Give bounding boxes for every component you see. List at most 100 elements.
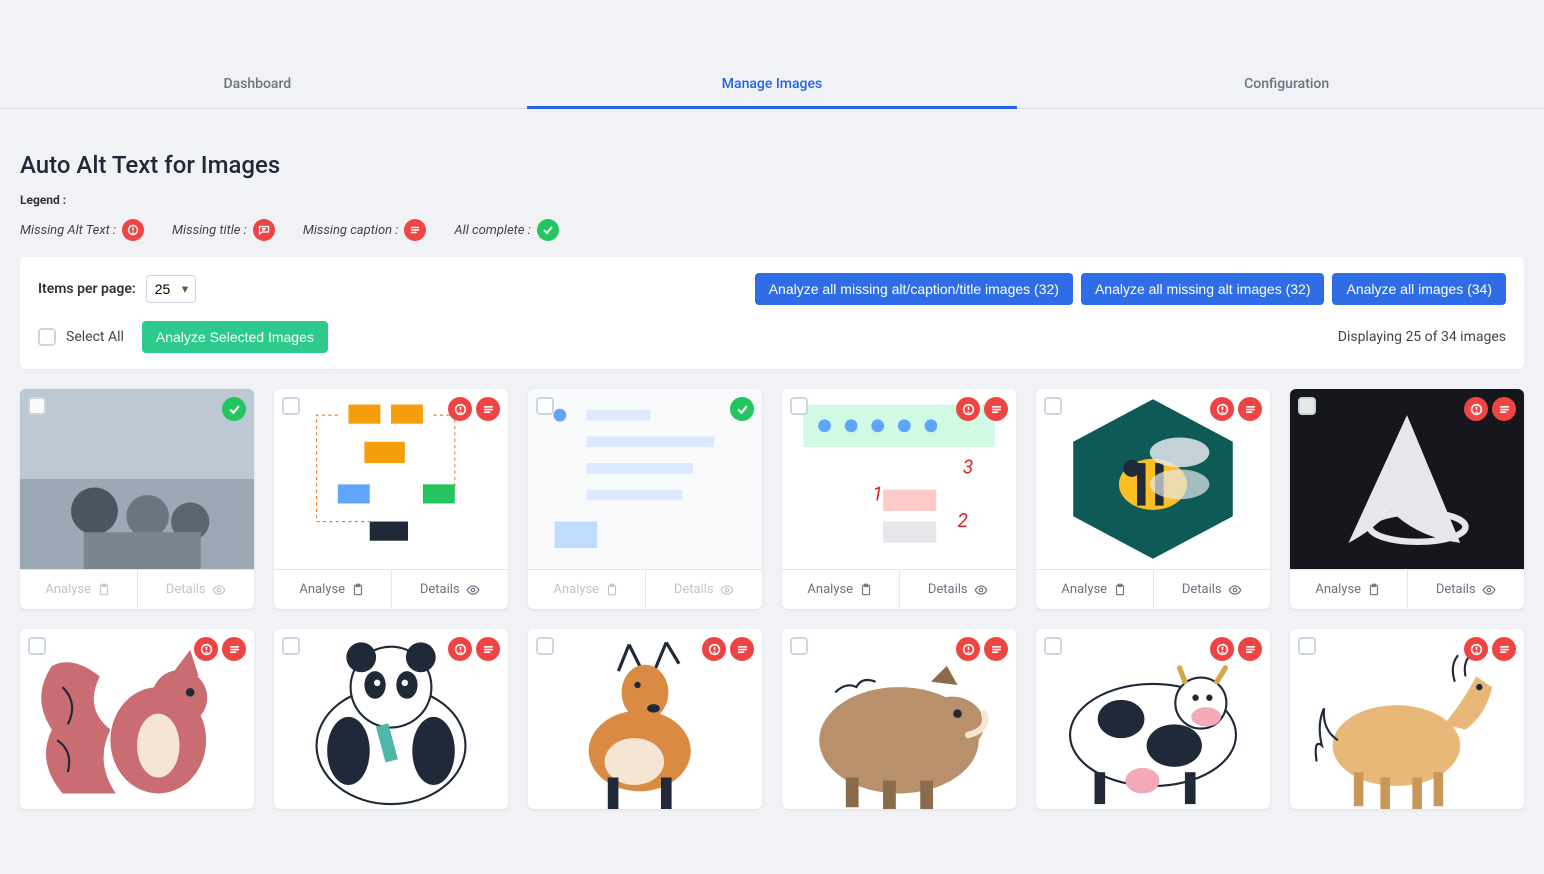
image-select-checkbox[interactable] (282, 637, 300, 655)
clipboard-icon (1113, 583, 1127, 597)
image-select-checkbox[interactable] (1044, 397, 1062, 415)
details-button[interactable]: Details (1407, 570, 1525, 609)
details-button[interactable]: Details (899, 570, 1017, 609)
image-thumbnail[interactable] (1290, 629, 1524, 809)
image-card (274, 629, 508, 809)
status-badges (1464, 397, 1516, 421)
analyze-all-images-button[interactable]: Analyze all images (34) (1332, 273, 1506, 305)
image-select-checkbox[interactable] (536, 637, 554, 655)
status-missing-alt-icon (1210, 397, 1234, 421)
image-card (1290, 629, 1524, 809)
legend-all-complete-label: All complete : (454, 223, 530, 238)
image-thumbnail[interactable] (782, 629, 1016, 809)
tab-configuration[interactable]: Configuration (1029, 60, 1544, 108)
image-grid: Analyse Details Analyse Details (20, 389, 1524, 809)
analyse-button[interactable]: Analyse (1290, 570, 1407, 609)
status-badges (448, 397, 500, 421)
image-card: 312 Analyse Details (782, 389, 1016, 609)
status-badges (702, 637, 754, 661)
legend-row: Missing Alt Text : Missing title : Missi… (20, 219, 1524, 241)
status-badges (1464, 637, 1516, 661)
image-select-checkbox[interactable] (536, 397, 554, 415)
clipboard-icon (351, 583, 365, 597)
analyse-button: Analyse (20, 570, 137, 609)
missing-caption-icon (404, 219, 426, 241)
status-badges (1210, 397, 1262, 421)
status-badges (956, 637, 1008, 661)
image-select-checkbox[interactable] (28, 397, 46, 415)
image-select-checkbox[interactable] (1298, 397, 1316, 415)
analyse-button[interactable]: Analyse (274, 570, 391, 609)
items-per-page-label: Items per page: (38, 281, 136, 297)
card-actions: Analyse Details (1290, 569, 1524, 609)
image-thumbnail[interactable] (1036, 389, 1270, 569)
analyze-all-missing-act-button[interactable]: Analyze all missing alt/caption/title im… (755, 273, 1073, 305)
image-card (1036, 629, 1270, 809)
tab-bar: Dashboard Manage Images Configuration (0, 60, 1544, 109)
image-select-checkbox[interactable] (790, 637, 808, 655)
legend-missing-caption: Missing caption : (303, 219, 427, 241)
eye-icon (466, 583, 480, 597)
image-thumbnail[interactable] (528, 629, 762, 809)
status-missing-alt-icon (448, 397, 472, 421)
status-missing-caption-icon (1492, 637, 1516, 661)
status-missing-caption-icon (1238, 397, 1262, 421)
legend-missing-title: Missing title : (172, 219, 275, 241)
page-title: Auto Alt Text for Images (20, 151, 1524, 179)
top-area (0, 0, 1544, 60)
tab-dashboard[interactable]: Dashboard (0, 60, 515, 108)
legend-missing-title-label: Missing title : (172, 223, 247, 238)
analyze-selected-button[interactable]: Analyze Selected Images (142, 321, 328, 353)
analyze-all-missing-alt-button[interactable]: Analyze all missing alt images (32) (1081, 273, 1325, 305)
svg-text:3: 3 (963, 456, 973, 479)
image-card: Analyse Details (20, 389, 254, 609)
status-missing-alt-icon (1464, 637, 1488, 661)
image-select-checkbox[interactable] (28, 637, 46, 655)
image-thumbnail[interactable] (20, 389, 254, 569)
details-button: Details (645, 570, 763, 609)
image-card: Analyse Details (1290, 389, 1524, 609)
status-missing-caption-icon (1492, 397, 1516, 421)
image-thumbnail[interactable] (274, 389, 508, 569)
select-all-checkbox[interactable] (38, 328, 56, 346)
tab-manage-images[interactable]: Manage Images (515, 60, 1030, 108)
image-thumbnail[interactable] (528, 389, 762, 569)
eye-icon (212, 583, 226, 597)
image-thumbnail[interactable] (274, 629, 508, 809)
status-missing-caption-icon (984, 397, 1008, 421)
image-thumbnail[interactable] (20, 629, 254, 809)
details-button[interactable]: Details (391, 570, 509, 609)
items-per-page: Items per page: 25 (38, 275, 196, 303)
image-thumbnail[interactable]: 312 (782, 389, 1016, 569)
card-actions: Analyse Details (528, 569, 762, 609)
image-select-checkbox[interactable] (282, 397, 300, 415)
details-button[interactable]: Details (1153, 570, 1271, 609)
image-card: Analyse Details (528, 389, 762, 609)
missing-title-icon (253, 219, 275, 241)
image-select-checkbox[interactable] (1298, 637, 1316, 655)
image-card (782, 629, 1016, 809)
clipboard-icon (1367, 583, 1381, 597)
status-badges (448, 637, 500, 661)
image-select-checkbox[interactable] (1044, 637, 1062, 655)
status-missing-alt-icon (194, 637, 218, 661)
select-all-label: Select All (66, 329, 124, 345)
image-thumbnail[interactable] (1290, 389, 1524, 569)
analyse-button[interactable]: Analyse (782, 570, 899, 609)
image-select-checkbox[interactable] (790, 397, 808, 415)
status-badges (1210, 637, 1262, 661)
analyse-button[interactable]: Analyse (1036, 570, 1153, 609)
controls-panel: Items per page: 25 Analyze all missing a… (20, 257, 1524, 369)
status-missing-caption-icon (222, 637, 246, 661)
eye-icon (720, 583, 734, 597)
status-missing-caption-icon (476, 397, 500, 421)
status-missing-alt-icon (448, 637, 472, 661)
eye-icon (1228, 583, 1242, 597)
svg-text:1: 1 (872, 482, 882, 505)
clipboard-icon (97, 583, 111, 597)
missing-alt-icon (122, 219, 144, 241)
image-thumbnail[interactable] (1036, 629, 1270, 809)
display-count: Displaying 25 of 34 images (1338, 329, 1506, 345)
items-per-page-select[interactable]: 25 (146, 275, 196, 303)
status-complete-icon (222, 397, 246, 421)
